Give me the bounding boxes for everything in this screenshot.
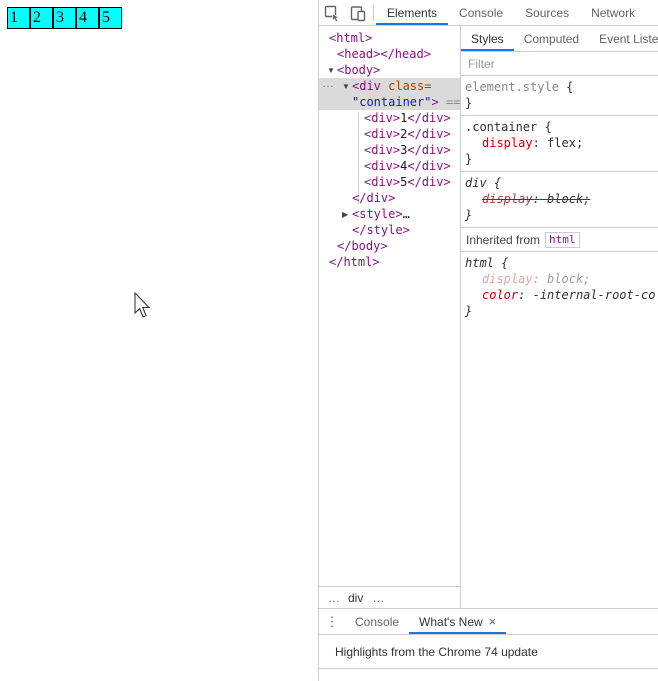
breadcrumb-ellipsis[interactable]: … — [363, 591, 392, 605]
dom-token-val: "container" — [352, 95, 432, 109]
dom-token-tag: <body> — [337, 63, 381, 77]
tab-event-listeners[interactable]: Event Listeners — [589, 26, 658, 51]
dom-token-tag: > — [431, 95, 439, 109]
dom-token-tag: </div> — [407, 143, 451, 157]
flex-box-2: 2 — [30, 7, 53, 29]
dom-tree: <html> <head></head> ▼ <body>… ▼ <div class= "… — [319, 26, 460, 586]
whats-new-header: Highlights from the Chrome 74 update — [319, 635, 658, 669]
flex-container: 1 2 3 4 5 — [7, 7, 122, 29]
breadcrumb-node-div[interactable]: div — [348, 591, 363, 605]
dom-token-tag: <div> — [364, 175, 401, 189]
dom-tree-row[interactable]: <div>2</div> — [319, 126, 460, 142]
close-icon[interactable]: × — [489, 615, 497, 628]
inspect-element-icon[interactable] — [319, 0, 345, 25]
drawer-tab-whats-new[interactable]: What's New × — [409, 609, 506, 634]
dom-tree-row[interactable]: ▶ <style>… — [319, 206, 460, 222]
dom-tree-row[interactable]: <div>1</div> — [319, 110, 460, 126]
dom-token-tag: <div> — [364, 143, 401, 157]
tab-network[interactable]: Network — [580, 0, 646, 25]
dom-token-tag: </body> — [337, 239, 388, 253]
dom-token-tag: </div> — [407, 175, 451, 189]
dom-token-tag: </html> — [329, 255, 380, 269]
webpage-area: 1 2 3 4 5 — [0, 0, 318, 681]
dom-tree-row[interactable]: <head></head> — [319, 46, 460, 62]
rule-element-style[interactable]: element.style { } — [461, 76, 658, 116]
inherited-node-link[interactable]: html — [545, 231, 580, 248]
dom-token-tag: <style> — [352, 207, 403, 221]
dom-token-tag: <div> — [364, 127, 401, 141]
more-actions-icon[interactable]: … — [322, 78, 334, 91]
dom-token-tag: <head></head> — [337, 47, 431, 61]
sidebar-tabs: Styles Computed Event Listeners — [461, 26, 658, 52]
dom-tree-row[interactable]: <div>4</div> — [319, 158, 460, 174]
devtools-panel: Elements Console Sources Network <html> <… — [318, 0, 658, 681]
drawer: ⋮ Console What's New × Highlights from t… — [319, 608, 658, 681]
breadcrumb: … div … — [319, 586, 460, 608]
dom-tree-row[interactable]: <div>5</div> — [319, 174, 460, 190]
mouse-cursor-icon — [134, 292, 151, 318]
styles-filter-row — [461, 52, 658, 76]
styles-sidebar: Styles Computed Event Listeners element.… — [460, 26, 658, 608]
inherited-from-bar: Inherited from html — [461, 228, 658, 252]
css-declaration[interactable]: display: flex; — [465, 135, 656, 151]
flex-box-5: 5 — [99, 7, 122, 29]
dom-tree-row[interactable]: </div> — [319, 190, 460, 206]
css-declaration-faded[interactable]: display: block; — [465, 271, 656, 287]
device-toolbar-icon[interactable] — [345, 0, 371, 25]
styles-filter-input[interactable] — [461, 56, 658, 71]
flex-box-3: 3 — [53, 7, 76, 29]
css-selector: .container — [465, 120, 538, 134]
dom-tree-row[interactable]: </style> — [319, 222, 460, 238]
css-selector: element.style — [465, 80, 559, 94]
drawer-tab-bar: ⋮ Console What's New × — [319, 609, 658, 635]
dom-token-tag: <div> — [364, 111, 401, 125]
dom-token-tag: </style> — [352, 223, 410, 237]
dom-token-tag: <div — [352, 79, 389, 93]
css-declaration[interactable]: color: -internal-root-color — [465, 287, 656, 303]
css-selector: html — [465, 256, 494, 270]
dom-tree-row[interactable]: … ▼ <div class= — [319, 78, 460, 94]
dom-tree-row[interactable]: "container"> == $0 — [319, 94, 460, 110]
dom-tree-row[interactable]: ▼ <body> — [319, 62, 460, 78]
devtools-main: <html> <head></head> ▼ <body>… ▼ <div class= "… — [319, 26, 658, 608]
kebab-menu-icon[interactable]: ⋮ — [319, 614, 345, 630]
dom-tree-row[interactable]: <html> — [319, 30, 460, 46]
flex-box-4: 4 — [76, 7, 99, 29]
dom-token-plain: … — [402, 207, 410, 221]
breadcrumb-ellipsis[interactable]: … — [319, 591, 348, 605]
collapse-arrow-icon[interactable]: ▼ — [327, 63, 337, 78]
dom-tree-row[interactable]: <div>3</div> — [319, 142, 460, 158]
dom-token-gray: == $0 — [445, 95, 460, 109]
tab-elements[interactable]: Elements — [376, 0, 448, 25]
dom-token-tag: <div> — [364, 159, 401, 173]
dom-token-attr: class= — [388, 79, 432, 93]
css-declaration-overridden[interactable]: display: block; — [465, 191, 656, 207]
rule-container[interactable]: .container { display: flex; } — [461, 116, 658, 172]
devtools-toolbar: Elements Console Sources Network — [319, 0, 658, 26]
flex-box-1: 1 — [7, 7, 30, 29]
rule-html-user-agent[interactable]: html { display: block; color: -internal-… — [461, 252, 658, 323]
tab-sources[interactable]: Sources — [514, 0, 580, 25]
tab-console[interactable]: Console — [448, 0, 514, 25]
tab-styles[interactable]: Styles — [461, 26, 514, 51]
dom-token-tag: <html> — [329, 31, 373, 45]
tab-computed[interactable]: Computed — [514, 26, 589, 51]
dom-tree-row[interactable]: </body> — [319, 238, 460, 254]
css-selector: div — [465, 176, 487, 190]
rule-div-user-agent[interactable]: div { display: block; } — [461, 172, 658, 228]
collapse-arrow-icon[interactable]: ▼ — [342, 79, 352, 94]
expand-arrow-icon[interactable]: ▶ — [342, 207, 352, 222]
dom-token-tag: </div> — [407, 127, 451, 141]
dom-tree-row[interactable]: </html> — [319, 254, 460, 270]
dom-token-tag: </div> — [352, 191, 396, 205]
dom-token-tag: </div> — [407, 159, 451, 173]
dom-token-tag: </div> — [407, 111, 451, 125]
drawer-tab-console[interactable]: Console — [345, 609, 409, 634]
elements-panel: <html> <head></head> ▼ <body>… ▼ <div class= "… — [319, 26, 460, 608]
toolbar-separator — [373, 4, 374, 21]
